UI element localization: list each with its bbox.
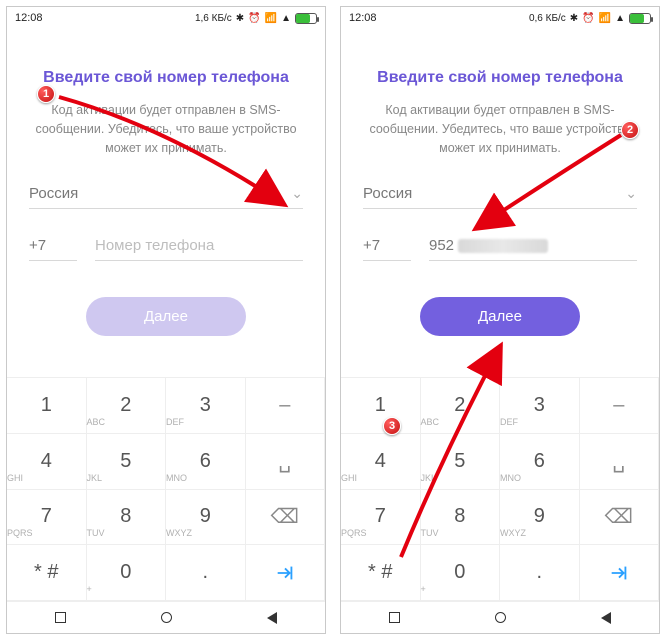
key-[interactable]: * # bbox=[7, 545, 87, 601]
android-navbar bbox=[7, 601, 325, 633]
key-[interactable]: ␣ bbox=[580, 434, 660, 490]
bluetooth-icon: ✱ bbox=[236, 13, 244, 24]
country-selector[interactable]: Россия ⌄ bbox=[29, 185, 303, 209]
annotation-badge-2: 2 bbox=[621, 121, 639, 139]
nav-back-icon[interactable] bbox=[601, 612, 611, 624]
wifi-icon: ▲ bbox=[281, 13, 291, 24]
alarm-icon: ⏰ bbox=[582, 13, 594, 24]
key-4[interactable]: 4GHI bbox=[7, 434, 87, 490]
content-area: Введите свой номер телефона Код активаци… bbox=[341, 29, 659, 397]
annotation-badge-3: 3 bbox=[383, 417, 401, 435]
status-bar: 12:08 1,6 КБ/с ✱ ⏰ 📶 ▲ bbox=[7, 7, 325, 29]
country-code: +7 bbox=[29, 237, 77, 261]
country-label: Россия bbox=[29, 185, 78, 202]
nav-home-icon[interactable] bbox=[161, 612, 172, 623]
status-right: 0,6 КБ/с ✱ ⏰ 📶 ▲ bbox=[529, 13, 651, 24]
phone-screen-1: 12:08 1,6 КБ/с ✱ ⏰ 📶 ▲ Введите свой номе… bbox=[6, 6, 326, 634]
key-4[interactable]: 4GHI bbox=[341, 434, 421, 490]
nav-home-icon[interactable] bbox=[495, 612, 506, 623]
key-3[interactable]: 3DEF bbox=[500, 378, 580, 434]
signal-icon: 📶 bbox=[599, 13, 611, 24]
key-6[interactable]: 6MNO bbox=[500, 434, 580, 490]
phone-input[interactable]: 952 bbox=[429, 237, 637, 261]
key-0[interactable]: 0+ bbox=[421, 545, 501, 601]
phone-screen-2: 12:08 0,6 КБ/с ✱ ⏰ 📶 ▲ Введите свой номе… bbox=[340, 6, 660, 634]
numeric-keypad: 12ABC3DEF– 4GHI5JKL6MNO␣ 7PQRS8TUV9WXYZ⌫ * … bbox=[341, 377, 659, 601]
key-[interactable]: . bbox=[500, 545, 580, 601]
page-subtitle: Код активации будет отправлен в SMS-сооб… bbox=[29, 101, 303, 157]
key-1[interactable]: 1 bbox=[341, 378, 421, 434]
key-3[interactable]: 3DEF bbox=[166, 378, 246, 434]
status-net: 0,6 КБ/с bbox=[529, 13, 566, 24]
country-selector[interactable]: Россия ⌄ bbox=[363, 185, 637, 209]
signal-icon: 📶 bbox=[265, 13, 277, 24]
status-net: 1,6 КБ/с bbox=[195, 13, 232, 24]
key-5[interactable]: 5JKL bbox=[421, 434, 501, 490]
key-[interactable]: – bbox=[580, 378, 660, 434]
key-5[interactable]: 5JKL bbox=[87, 434, 167, 490]
key-9[interactable]: 9WXYZ bbox=[166, 490, 246, 546]
nav-back-icon[interactable] bbox=[267, 612, 277, 624]
wifi-icon: ▲ bbox=[615, 13, 625, 24]
content-area: Введите свой номер телефона Код активаци… bbox=[7, 29, 325, 397]
key-2[interactable]: 2ABC bbox=[421, 378, 501, 434]
alarm-icon: ⏰ bbox=[248, 13, 260, 24]
country-code: +7 bbox=[363, 237, 411, 261]
nav-recent-icon[interactable] bbox=[389, 612, 400, 623]
android-navbar bbox=[341, 601, 659, 633]
key-1[interactable]: 1 bbox=[7, 378, 87, 434]
page-title: Введите свой номер телефона bbox=[29, 69, 303, 87]
key-[interactable]: ⌫ bbox=[246, 490, 326, 546]
nav-recent-icon[interactable] bbox=[55, 612, 66, 623]
chevron-down-icon: ⌄ bbox=[291, 185, 303, 202]
key-7[interactable]: 7PQRS bbox=[7, 490, 87, 546]
continue-button[interactable]: Далее bbox=[86, 297, 246, 336]
key-[interactable]: * # bbox=[341, 545, 421, 601]
key-[interactable]: ␣ bbox=[246, 434, 326, 490]
chevron-down-icon: ⌄ bbox=[625, 185, 637, 202]
key-[interactable]: – bbox=[246, 378, 326, 434]
key-7[interactable]: 7PQRS bbox=[341, 490, 421, 546]
annotation-badge-1: 1 bbox=[37, 85, 55, 103]
key-[interactable]: ⌫ bbox=[580, 490, 660, 546]
key-6[interactable]: 6MNO bbox=[166, 434, 246, 490]
battery-icon bbox=[629, 13, 651, 24]
key-2[interactable]: 2ABC bbox=[87, 378, 167, 434]
key-0[interactable]: 0+ bbox=[87, 545, 167, 601]
status-time: 12:08 bbox=[349, 12, 377, 24]
country-label: Россия bbox=[363, 185, 412, 202]
status-bar: 12:08 0,6 КБ/с ✱ ⏰ 📶 ▲ bbox=[341, 7, 659, 29]
continue-button[interactable]: Далее bbox=[420, 297, 580, 336]
key-8[interactable]: 8TUV bbox=[421, 490, 501, 546]
numeric-keypad: 12ABC3DEF– 4GHI5JKL6MNO␣ 7PQRS8TUV9WXYZ⌫ * … bbox=[7, 377, 325, 601]
status-time: 12:08 bbox=[15, 12, 43, 24]
key-[interactable] bbox=[246, 545, 326, 601]
phone-entered-digits: 952 bbox=[429, 237, 454, 254]
key-8[interactable]: 8TUV bbox=[87, 490, 167, 546]
page-subtitle: Код активации будет отправлен в SMS-сооб… bbox=[363, 101, 637, 157]
page-title: Введите свой номер телефона bbox=[363, 69, 637, 87]
phone-input[interactable]: Номер телефона bbox=[95, 237, 303, 261]
bluetooth-icon: ✱ bbox=[570, 13, 578, 24]
status-right: 1,6 КБ/с ✱ ⏰ 📶 ▲ bbox=[195, 13, 317, 24]
phone-redacted-digits bbox=[458, 239, 548, 253]
key-[interactable] bbox=[580, 545, 660, 601]
key-9[interactable]: 9WXYZ bbox=[500, 490, 580, 546]
battery-icon bbox=[295, 13, 317, 24]
key-[interactable]: . bbox=[166, 545, 246, 601]
